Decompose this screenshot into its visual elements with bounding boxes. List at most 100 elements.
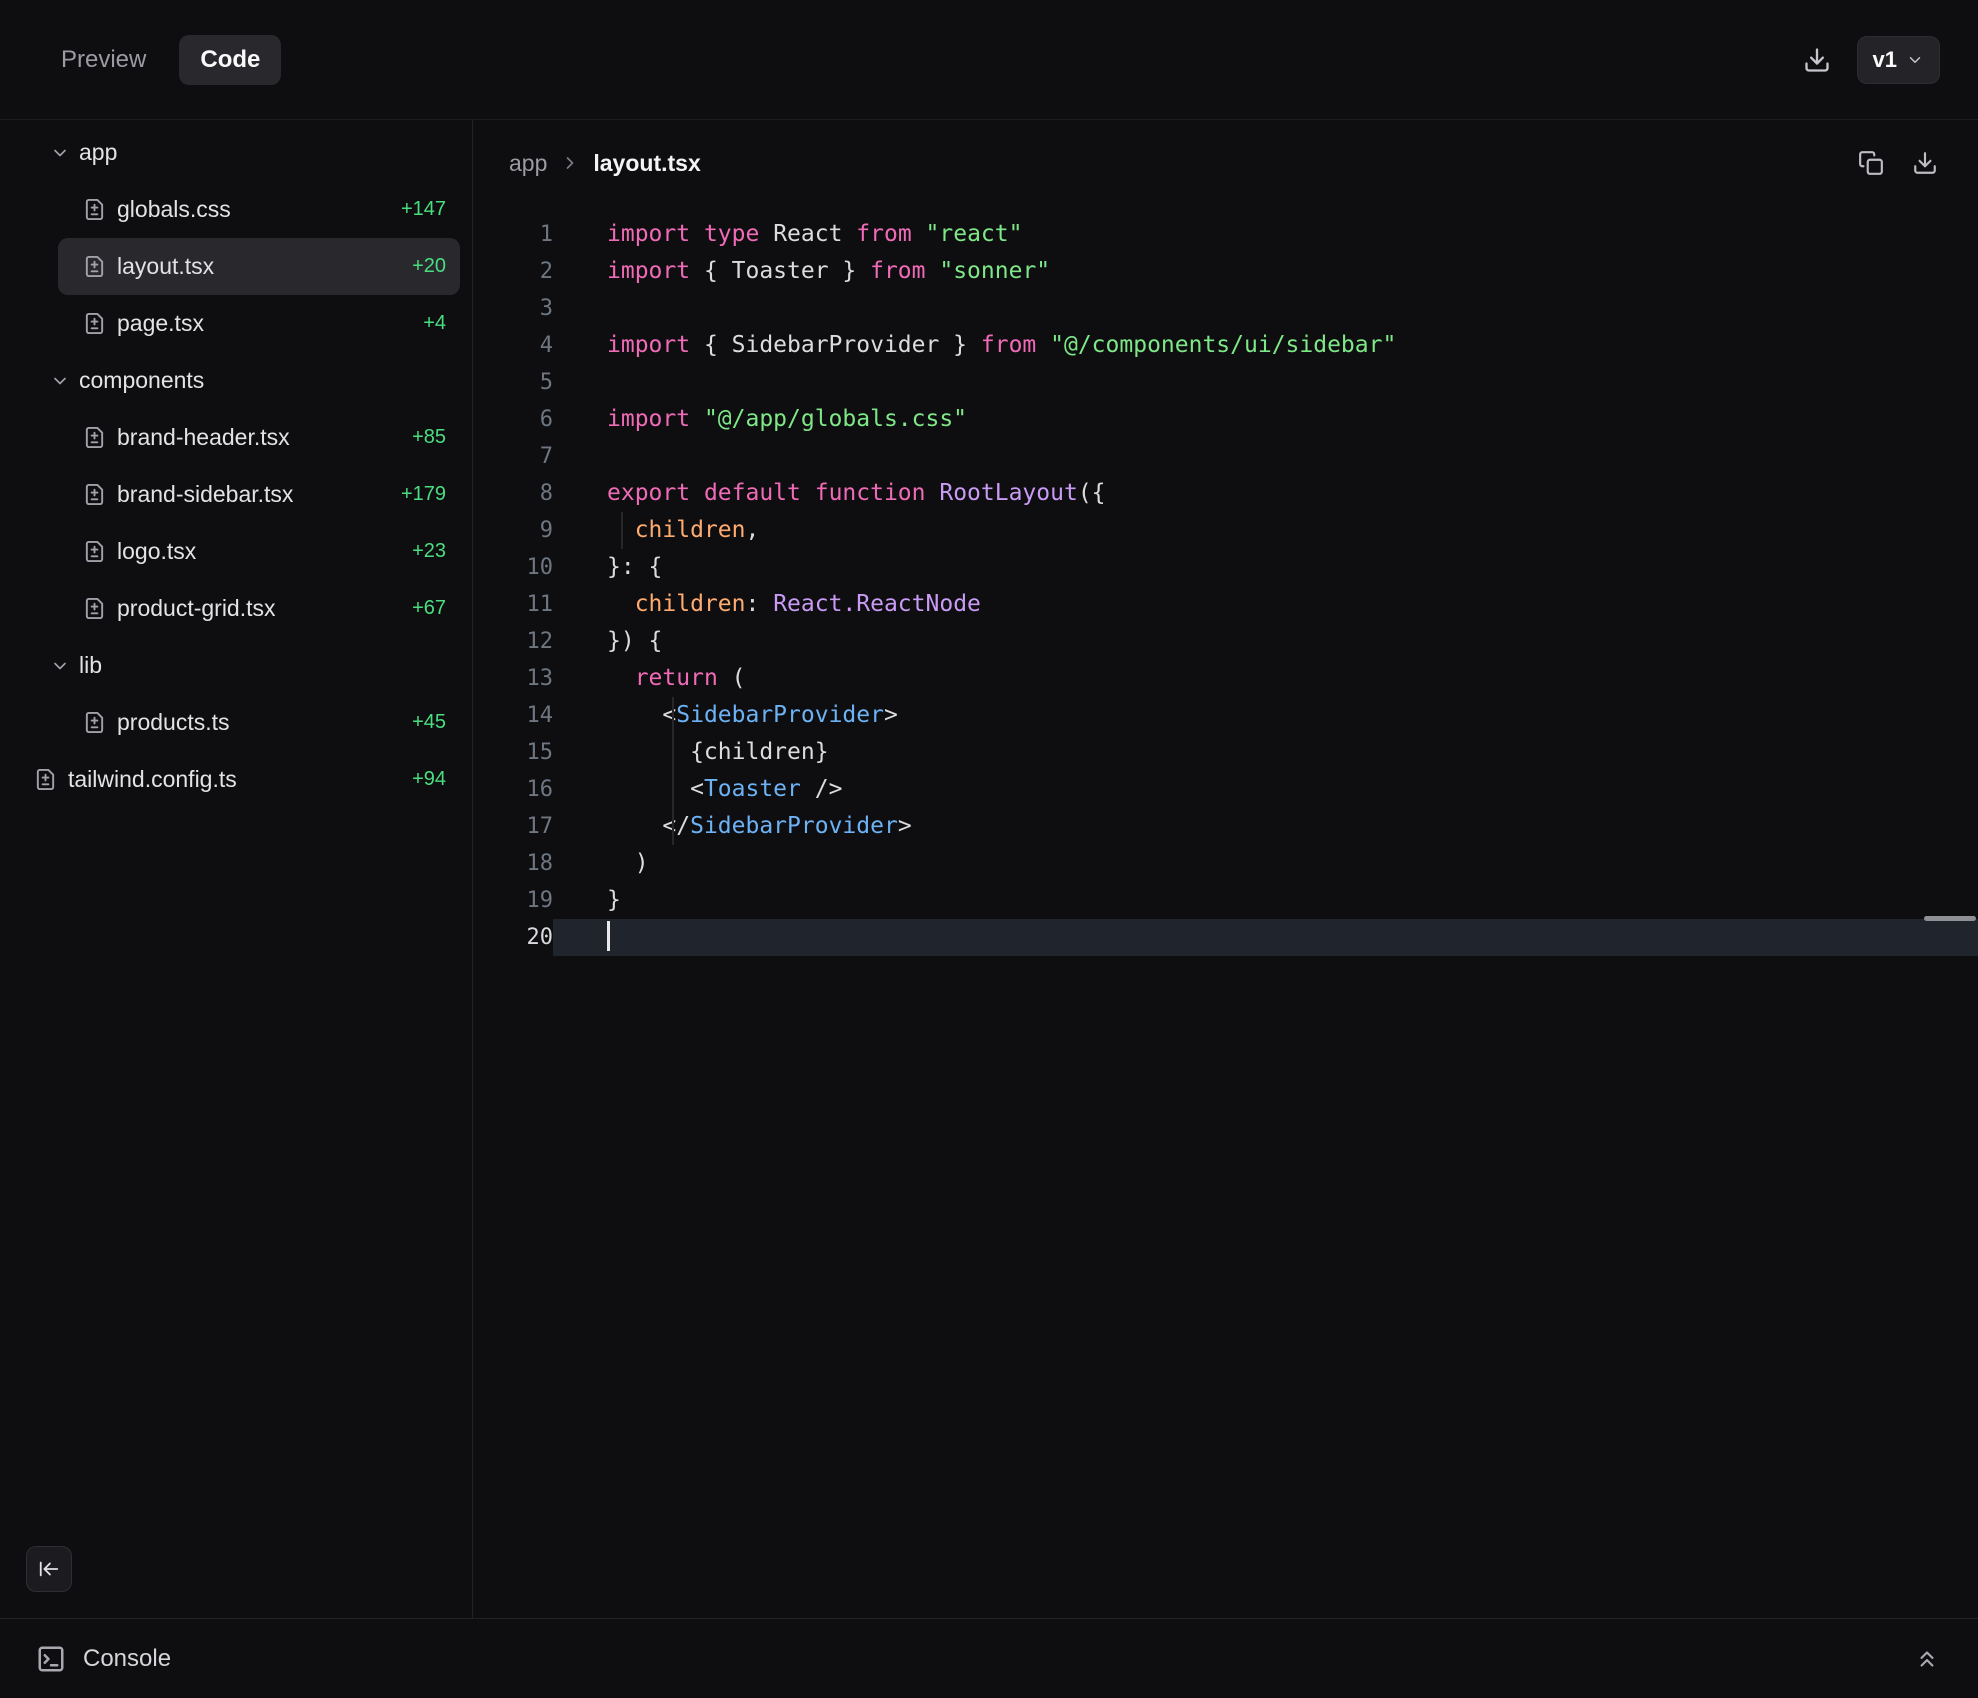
console-bar: Console (0, 1618, 1978, 1698)
line-number: 17 (473, 808, 553, 845)
code-editor[interactable]: 1import type React from "react"2import {… (473, 206, 1978, 1618)
tab-preview[interactable]: Preview (40, 35, 167, 85)
file-label: product-grid.tsx (117, 595, 276, 622)
diff-badge: +94 (412, 768, 446, 791)
scrollbar-thumb[interactable] (1924, 916, 1976, 921)
file-item-globals-css[interactable]: globals.css +147 (58, 181, 460, 238)
line-number: 4 (473, 327, 553, 364)
file-diff-icon (83, 312, 106, 335)
folder-components[interactable]: components (24, 352, 458, 409)
line-content (553, 438, 1978, 475)
download-icon (1912, 150, 1938, 176)
file-label: globals.css (117, 196, 231, 223)
line-content (553, 364, 1978, 401)
diff-badge: +67 (412, 597, 446, 620)
line-content: ) (553, 845, 1978, 882)
code-lines: 1import type React from "react"2import {… (473, 216, 1978, 956)
file-diff-icon (83, 540, 106, 563)
diff-badge: +20 (412, 255, 446, 278)
top-bar-actions: v1 (1803, 36, 1940, 84)
line-number: 9 (473, 512, 553, 549)
file-item-brand-header-tsx[interactable]: brand-header.tsx +85 (58, 409, 460, 466)
chevron-right-icon (560, 153, 580, 173)
line-number: 13 (473, 660, 553, 697)
copy-icon (1858, 150, 1884, 176)
breadcrumb: app layout.tsx (473, 120, 1978, 206)
line-number: 1 (473, 216, 553, 253)
tab-code[interactable]: Code (179, 35, 281, 85)
code-panel: Preview Code v1 app globals.c (0, 0, 1978, 1698)
code-line: 3 (473, 290, 1978, 327)
chevron-down-icon (50, 656, 70, 676)
file-item-tailwind-config-ts[interactable]: tailwind.config.ts +94 (24, 751, 460, 808)
download-icon (1803, 46, 1831, 74)
line-content: } (553, 882, 1978, 919)
line-content: <SidebarProvider> (553, 697, 1978, 734)
line-number: 12 (473, 623, 553, 660)
expand-console-button[interactable] (1914, 1646, 1940, 1672)
file-item-layout-tsx[interactable]: layout.tsx +20 (58, 238, 460, 295)
line-content: </SidebarProvider> (553, 808, 1978, 845)
line-content: children: React.ReactNode (553, 586, 1978, 623)
code-line: 15 {children} (473, 734, 1978, 771)
line-content: import type React from "react" (553, 216, 1978, 253)
file-tree: app globals.css +147 layout.tsx +20 page… (0, 124, 472, 808)
indent-guide (621, 512, 623, 549)
code-line: 20 (473, 919, 1978, 956)
line-number: 6 (473, 401, 553, 438)
file-label: tailwind.config.ts (68, 766, 237, 793)
folder-lib[interactable]: lib (24, 637, 458, 694)
line-number: 3 (473, 290, 553, 327)
folder-label: app (79, 139, 117, 166)
file-item-page-tsx[interactable]: page.tsx +4 (58, 295, 460, 352)
code-line: 8export default function RootLayout({ (473, 475, 1978, 512)
file-label: brand-sidebar.tsx (117, 481, 293, 508)
code-line: 9 children, (473, 512, 1978, 549)
line-content: import { Toaster } from "sonner" (553, 253, 1978, 290)
code-line: 4import { SidebarProvider } from "@/comp… (473, 327, 1978, 364)
terminal-icon (36, 1644, 66, 1674)
code-line: 10}: { (473, 549, 1978, 586)
line-number: 5 (473, 364, 553, 401)
file-label: products.ts (117, 709, 230, 736)
version-dropdown[interactable]: v1 (1857, 36, 1940, 84)
code-line: 1import type React from "react" (473, 216, 1978, 253)
file-item-brand-sidebar-tsx[interactable]: brand-sidebar.tsx +179 (58, 466, 460, 523)
collapse-sidebar-button[interactable] (26, 1546, 72, 1592)
line-number: 11 (473, 586, 553, 623)
diff-badge: +45 (412, 711, 446, 734)
file-diff-icon (83, 483, 106, 506)
diff-badge: +4 (423, 312, 446, 335)
line-number: 10 (473, 549, 553, 586)
line-content (553, 919, 1978, 956)
file-diff-icon (83, 198, 106, 221)
file-diff-icon (83, 597, 106, 620)
code-line: 2import { Toaster } from "sonner" (473, 253, 1978, 290)
line-content: return ( (553, 660, 1978, 697)
line-content: export default function RootLayout({ (553, 475, 1978, 512)
copy-code-button[interactable] (1858, 150, 1884, 176)
code-line: 6import "@/app/globals.css" (473, 401, 1978, 438)
diff-badge: +147 (401, 198, 446, 221)
console-toggle[interactable]: Console (36, 1644, 171, 1674)
line-content: {children} (553, 734, 1978, 771)
line-number: 14 (473, 697, 553, 734)
file-item-products-ts[interactable]: products.ts +45 (58, 694, 460, 751)
line-content: }: { (553, 549, 1978, 586)
file-diff-icon (34, 768, 57, 791)
file-actions (1858, 150, 1938, 176)
folder-app[interactable]: app (24, 124, 458, 181)
file-item-logo-tsx[interactable]: logo.tsx +23 (58, 523, 460, 580)
line-content: }) { (553, 623, 1978, 660)
download-project-button[interactable] (1803, 46, 1831, 74)
file-diff-icon (83, 426, 106, 449)
breadcrumb-folder[interactable]: app (509, 150, 547, 177)
line-number: 8 (473, 475, 553, 512)
top-bar: Preview Code v1 (0, 0, 1978, 120)
file-item-product-grid-tsx[interactable]: product-grid.tsx +67 (58, 580, 460, 637)
text-cursor (607, 921, 610, 951)
download-file-button[interactable] (1912, 150, 1938, 176)
chevrons-up-icon (1914, 1646, 1940, 1672)
indent-guide (672, 697, 674, 845)
line-number: 19 (473, 882, 553, 919)
